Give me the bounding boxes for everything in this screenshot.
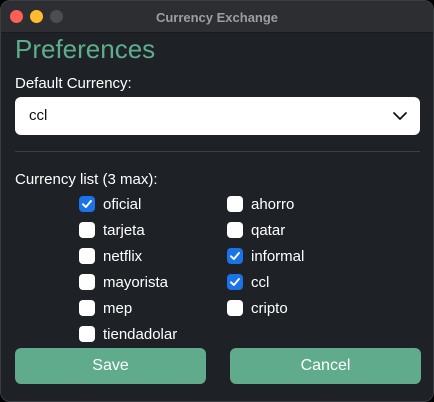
checkbox-label: oficial xyxy=(103,195,142,213)
checkbox-label: netflix xyxy=(103,247,143,265)
checkbox-label: mep xyxy=(103,299,133,317)
checkmark-icon xyxy=(230,278,240,286)
chevron-down-icon xyxy=(393,112,407,120)
default-currency-select[interactable]: ccl xyxy=(15,97,420,135)
checkbox-label: ccl xyxy=(251,273,270,291)
checkbox-label: mayorista xyxy=(103,273,169,291)
currency-option-cripto[interactable]: cripto xyxy=(227,298,288,318)
currency-list-label: Currency list (3 max): xyxy=(15,171,158,188)
checkbox-label: qatar xyxy=(251,221,286,239)
currency-option-ahorro[interactable]: ahorro xyxy=(227,194,294,214)
currency-option-tarjeta[interactable]: tarjeta xyxy=(79,220,145,240)
checkbox[interactable] xyxy=(79,274,95,290)
checkbox-label: tiendadolar xyxy=(103,325,178,343)
cancel-button[interactable]: Cancel xyxy=(230,348,421,384)
currency-option-mep[interactable]: mep xyxy=(79,298,132,318)
currency-option-mayorista[interactable]: mayorista xyxy=(79,272,168,292)
checkbox[interactable] xyxy=(227,196,243,212)
checkbox[interactable] xyxy=(79,326,95,342)
checkbox[interactable] xyxy=(79,222,95,238)
currency-option-netflix[interactable]: netflix xyxy=(79,246,142,266)
checkmark-icon xyxy=(230,252,240,260)
checkbox-label: cripto xyxy=(251,299,288,317)
checkbox[interactable] xyxy=(227,274,243,290)
save-button[interactable]: Save xyxy=(15,348,206,384)
page-title: Preferences xyxy=(15,34,156,64)
currency-option-oficial[interactable]: oficial xyxy=(79,194,141,214)
checkbox[interactable] xyxy=(227,300,243,316)
checkbox[interactable] xyxy=(227,248,243,264)
currency-option-informal[interactable]: informal xyxy=(227,246,304,266)
checkbox-label: tarjeta xyxy=(103,221,145,239)
title-bar: Currency Exchange xyxy=(1,1,433,33)
preferences-window: Currency Exchange Preferences Default Cu… xyxy=(0,0,434,402)
checkbox-label: ahorro xyxy=(251,195,295,213)
section-divider xyxy=(15,151,420,152)
checkbox[interactable] xyxy=(79,196,95,212)
currency-option-qatar[interactable]: qatar xyxy=(227,220,285,240)
checkbox-label: informal xyxy=(251,247,305,265)
checkbox[interactable] xyxy=(79,248,95,264)
checkmark-icon xyxy=(82,200,92,208)
default-currency-value: ccl xyxy=(29,107,48,124)
checkbox[interactable] xyxy=(227,222,243,238)
currency-option-ccl[interactable]: ccl xyxy=(227,272,269,292)
window-title: Currency Exchange xyxy=(155,10,279,25)
default-currency-label: Default Currency: xyxy=(15,75,132,92)
currency-option-tiendadolar[interactable]: tiendadolar xyxy=(79,324,177,344)
checkbox[interactable] xyxy=(79,300,95,316)
